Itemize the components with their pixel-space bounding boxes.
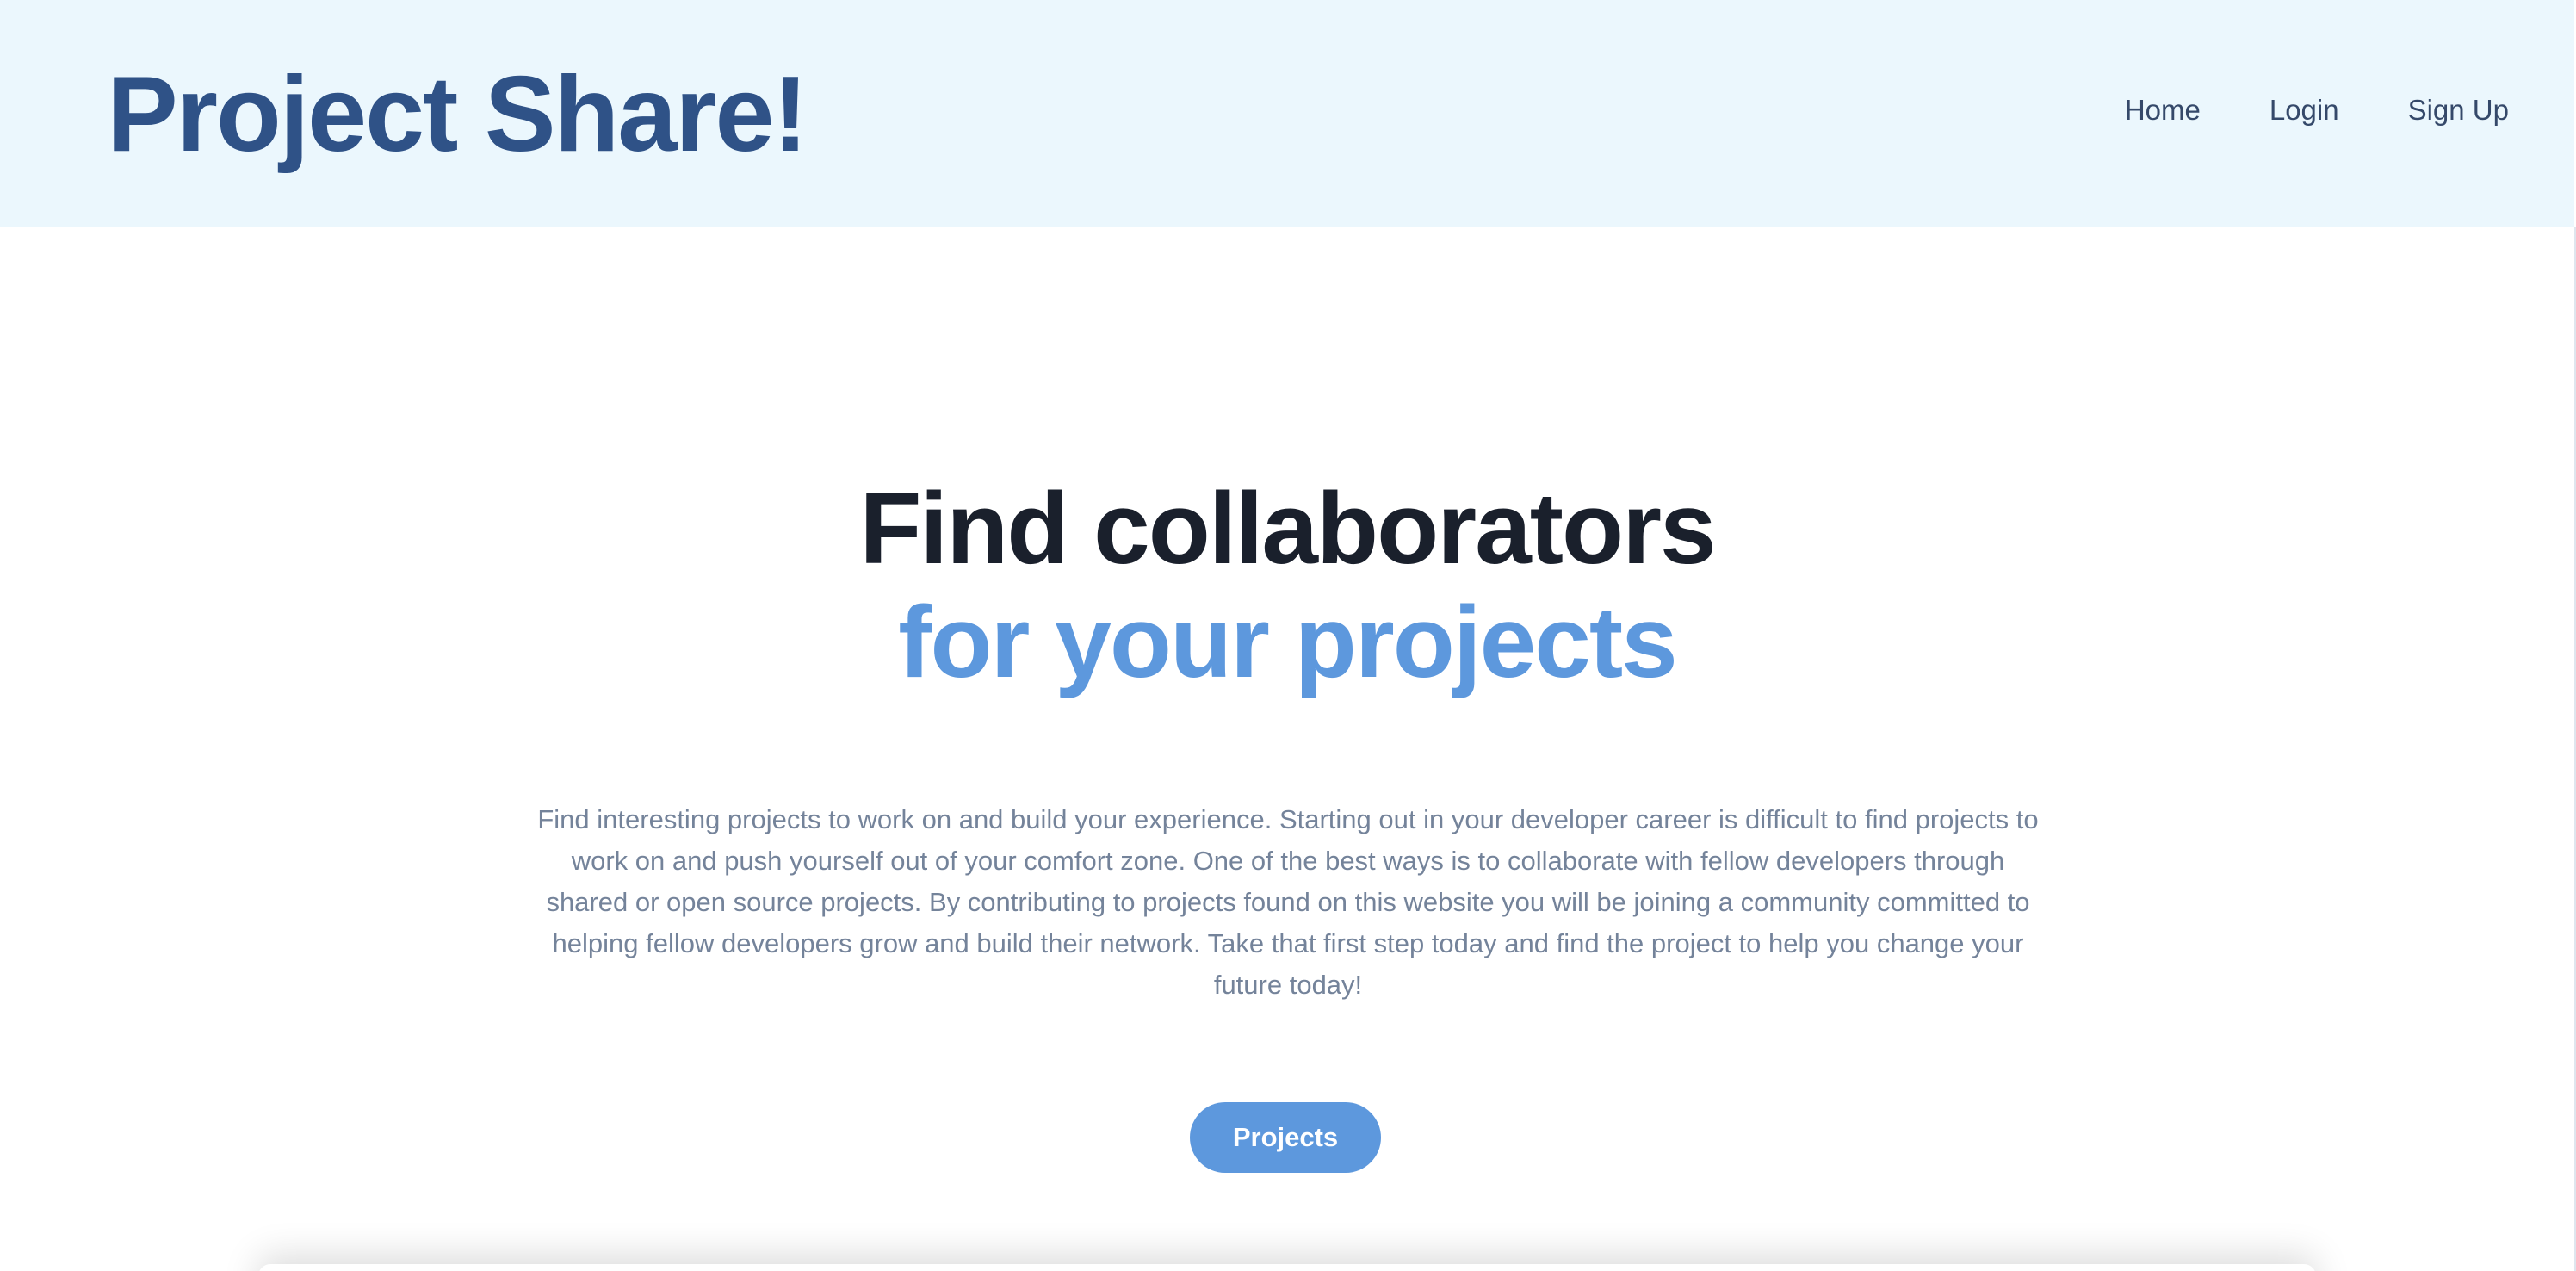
nav-home-link[interactable]: Home bbox=[2125, 90, 2201, 131]
site-header: Project Share! Home Login Sign Up bbox=[0, 0, 2574, 227]
nav-login-link[interactable]: Login bbox=[2269, 90, 2339, 131]
hero-description: Find interesting projects to work on and… bbox=[537, 804, 2039, 1000]
hero-heading: Find collaborators for your projects bbox=[0, 472, 2574, 699]
projects-button[interactable]: Projects bbox=[1190, 1102, 1381, 1173]
hero-title-line-2: for your projects bbox=[898, 586, 1678, 699]
site-title: Project Share! bbox=[107, 55, 808, 174]
nav-signup-link[interactable]: Sign Up bbox=[2408, 90, 2509, 131]
page: Project Share! Home Login Sign Up Find c… bbox=[0, 0, 2576, 1271]
main-nav: Home Login Sign Up bbox=[2125, 90, 2509, 131]
content-card-top bbox=[258, 1264, 2316, 1271]
hero-title-line-1: Find collaborators bbox=[859, 472, 1716, 586]
